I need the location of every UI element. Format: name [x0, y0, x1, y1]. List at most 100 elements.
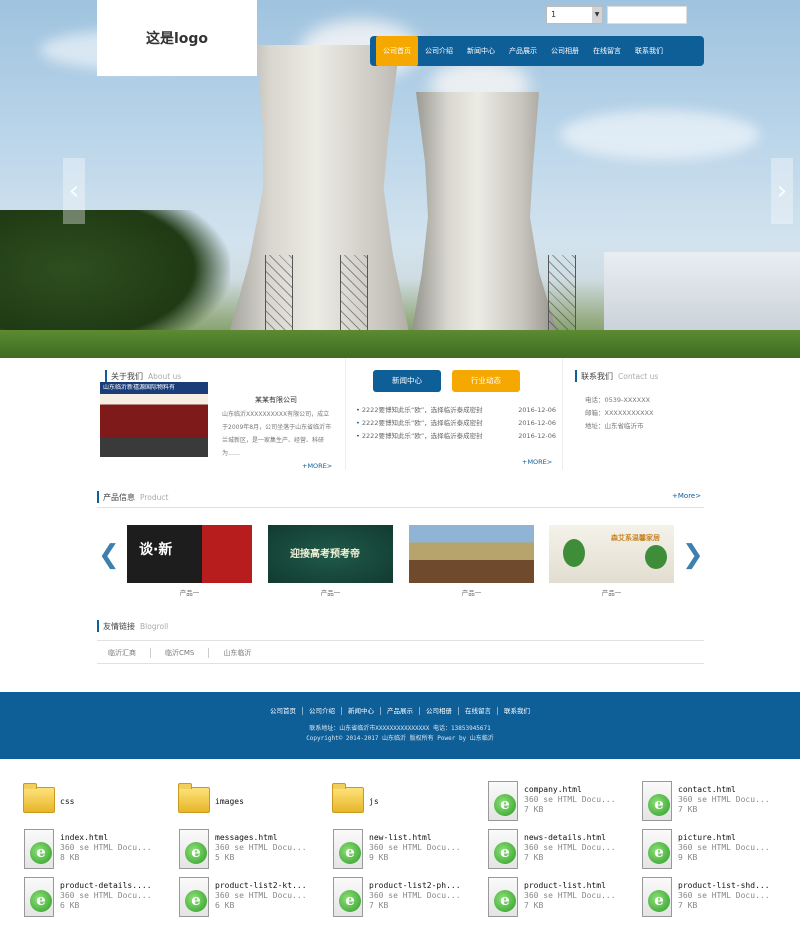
footer-link[interactable]: 联系我们 [498, 707, 536, 715]
language-select[interactable]: 1 ▼ [546, 6, 603, 24]
cooling-tower [410, 92, 560, 342]
tab-news[interactable]: 新闻中心 [373, 370, 441, 392]
news-title: 2222要博知此乐“欧”，选择临沂泰成密封 [356, 404, 483, 417]
file-name: company.html [524, 785, 582, 794]
footer-link[interactable]: 产品展示 [381, 707, 420, 715]
folder-item[interactable]: js [329, 781, 483, 825]
file-item[interactable]: e company.html 360 se HTML Docu... 7 KB [484, 781, 638, 825]
industrial-building [604, 252, 800, 338]
slide-prev-button[interactable]: ‹ [63, 158, 85, 224]
file-item[interactable]: e product-list.html 360 se HTML Docu... 7 … [484, 877, 638, 921]
nav-album[interactable]: 公司相册 [544, 36, 586, 66]
news-date: 2016-12-06 [518, 432, 556, 440]
file-type: 360 se HTML Docu... [524, 795, 616, 804]
product-card[interactable]: 迎接高考预考帝 产品一 [268, 525, 393, 597]
footer-contact: 联系地址：山东省临沂市XXXXXXXXXXXXXXX 电话：1385394567… [309, 725, 491, 732]
cactus-icon [563, 539, 585, 567]
file-item[interactable]: e news-details.html 360 se HTML Docu... 7 … [484, 829, 638, 873]
contact-title: 联系我们 [581, 371, 613, 381]
nav-products[interactable]: 产品展示 [502, 36, 544, 66]
footer-link[interactable]: 新闻中心 [342, 707, 381, 715]
power-pylon [340, 255, 368, 340]
tab-industry[interactable]: 行业动态 [452, 370, 520, 392]
nav-home[interactable]: 公司首页 [376, 36, 418, 66]
product-card[interactable]: 谈·新 产品一 [127, 525, 252, 597]
file-item[interactable]: e product-list2-ph... 360 se HTML Docu...… [329, 877, 483, 921]
file-type: 360 se HTML Docu... [524, 891, 616, 900]
file-type: 360 se HTML Docu... [369, 843, 461, 852]
contact-phone: 电话：0539-XXXXXX [585, 396, 651, 404]
friend-link[interactable]: 山东临沂 [223, 648, 265, 658]
folder-item[interactable]: css [20, 781, 174, 825]
file-size: 5 KB [215, 853, 235, 862]
html-file-icon: e [24, 877, 54, 917]
news-date: 2016-12-06 [518, 419, 556, 427]
products-title: 产品信息 [103, 492, 135, 502]
file-item[interactable]: e picture.html 360 se HTML Docu... 9 KB [638, 829, 792, 873]
about-title: 关于我们 [111, 371, 143, 381]
file-item[interactable]: e product-list2-kt... 360 se HTML Docu...… [175, 877, 329, 921]
file-item[interactable]: e index.html 360 se HTML Docu... 8 KB [20, 829, 174, 873]
power-pylon [548, 255, 576, 340]
company-name: 某某有限公司 [255, 396, 297, 404]
divider [97, 507, 704, 508]
products-title-en: Product [140, 492, 169, 502]
product-image-text: 森艾系温馨家居 [611, 534, 660, 542]
friend-link[interactable]: 临沂汇商 [108, 648, 151, 658]
footer-link[interactable]: 公司首页 [264, 707, 303, 715]
product-card[interactable]: 森艾系温馨家居 产品一 [549, 525, 674, 597]
news-item[interactable]: 2222要博知此乐“欧”，选择临沂泰成密封 2016-12-06 [356, 430, 556, 443]
content-section: 关于我们 About us 山东临沂新禧源国际物料有 某某有限公司 山东临沂XX… [97, 358, 704, 470]
product-image [409, 525, 534, 583]
file-name: images [215, 797, 244, 806]
html-file-icon: e [642, 781, 672, 821]
cloud [560, 110, 760, 160]
file-size: 7 KB [678, 901, 698, 910]
about-more-link[interactable]: +MORE> [302, 462, 332, 470]
folder-item[interactable]: images [175, 781, 329, 825]
carousel-prev-button[interactable]: ❮ [98, 540, 120, 570]
products-more-link[interactable]: +More> [672, 492, 701, 500]
main-nav: 公司首页 公司介绍 新闻中心 产品展示 公司相册 在线留言 联系我们 [370, 36, 704, 66]
file-item[interactable]: e messages.html 360 se HTML Docu... 5 KB [175, 829, 329, 873]
contact-title-en: Contact us [618, 371, 659, 381]
nav-contact[interactable]: 联系我们 [628, 36, 670, 66]
news-title: 2222要博知此乐“欧”，选择临沂泰成密封 [356, 417, 483, 430]
file-item[interactable]: e new-list.html 360 se HTML Docu... 9 KB [329, 829, 483, 873]
product-caption: 产品一 [461, 589, 482, 597]
site-logo[interactable]: 这是logo [97, 0, 257, 76]
friend-link[interactable]: 临沂CMS [165, 648, 210, 658]
file-item[interactable]: e product-list-shd... 360 se HTML Docu...… [638, 877, 792, 921]
carousel-next-button[interactable]: ❯ [682, 540, 704, 570]
file-item[interactable]: e product-details.... 360 se HTML Docu...… [20, 877, 174, 921]
product-card[interactable]: 产品一 [409, 525, 534, 597]
products-heading: 产品信息 Product [97, 489, 704, 505]
search-input[interactable] [607, 6, 687, 24]
nav-news[interactable]: 新闻中心 [460, 36, 502, 66]
grass-field [0, 330, 800, 358]
footer-link[interactable]: 在线留言 [459, 707, 498, 715]
slide-next-button[interactable]: › [771, 158, 793, 224]
links-title-en: Blogroll [140, 621, 169, 631]
news-item[interactable]: 2222要博知此乐“欧”，选择临沂泰成密封 2016-12-06 [356, 404, 556, 417]
file-name: contact.html [678, 785, 736, 794]
heading-bar [97, 620, 99, 632]
folder-icon [332, 783, 364, 813]
file-name: product-list2-kt... [215, 881, 307, 890]
file-type: 360 se HTML Docu... [678, 843, 770, 852]
file-name: news-details.html [524, 833, 606, 842]
news-more-link[interactable]: +MORE> [522, 458, 552, 466]
file-name: js [369, 797, 379, 806]
about-image: 山东临沂新禧源国际物料有 [100, 382, 208, 457]
file-explorer: css images js e company.html 360 se HTML … [0, 759, 800, 941]
product-image: 谈·新 [127, 525, 252, 583]
nav-messages[interactable]: 在线留言 [586, 36, 628, 66]
file-size: 7 KB [524, 901, 544, 910]
file-item[interactable]: e contact.html 360 se HTML Docu... 7 KB [638, 781, 792, 825]
footer-link[interactable]: 公司介绍 [303, 707, 342, 715]
file-name: new-list.html [369, 833, 432, 842]
nav-about[interactable]: 公司介绍 [418, 36, 460, 66]
cooling-tower [225, 45, 412, 345]
footer-link[interactable]: 公司相册 [420, 707, 459, 715]
news-item[interactable]: 2222要博知此乐“欧”，选择临沂泰成密封 2016-12-06 [356, 417, 556, 430]
